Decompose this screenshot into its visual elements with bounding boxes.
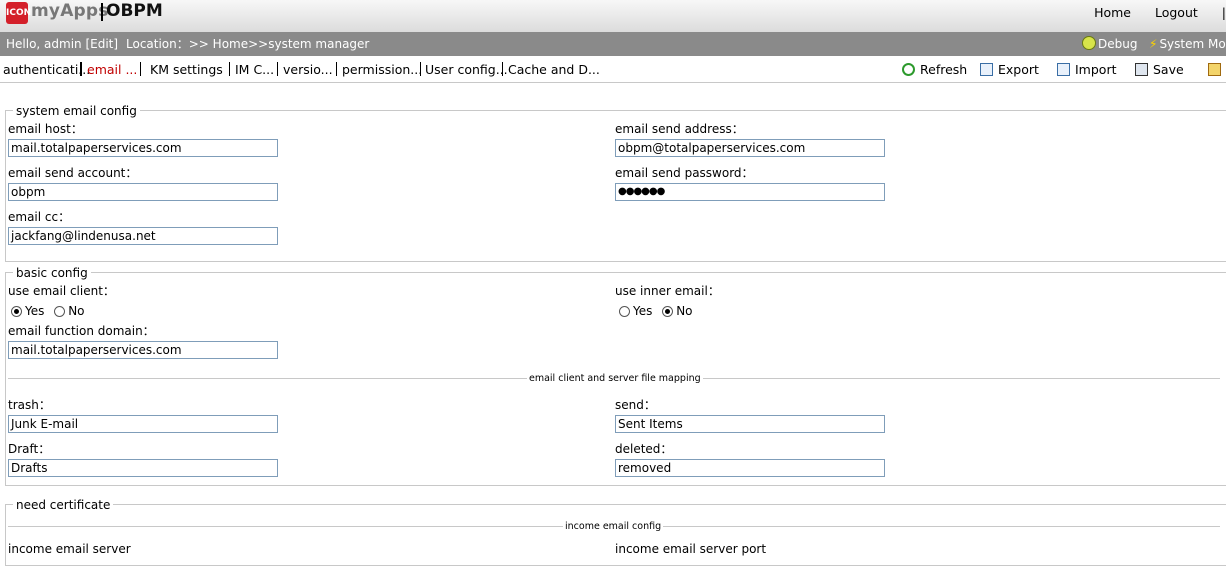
tab-divider [502, 62, 503, 76]
logo-icon: ICON [6, 2, 31, 24]
location-breadcrumb: Location：>> Home>>system manager [126, 37, 370, 51]
import-icon [1057, 63, 1070, 76]
tab-permission[interactable]: permission... [342, 62, 422, 77]
email-send-address-input[interactable]: obpm@totalpaperservices.com [615, 139, 885, 157]
user-bar: Hello, admin [Edit] Location：>> Home>>sy… [0, 32, 1226, 56]
income-port-label: income email server port [615, 542, 767, 556]
top-links-divider: | [1221, 5, 1226, 20]
radio-label: Yes [25, 304, 45, 318]
use-inner-email-yes-radio[interactable] [619, 306, 630, 317]
more-tool-button[interactable] [1208, 62, 1226, 77]
tab-user-config[interactable]: User config... [425, 62, 508, 77]
debug-label: Debug [1098, 37, 1138, 51]
hello-user-link[interactable]: Hello, admin [Edit] [6, 32, 118, 56]
product-name: OBPM [106, 1, 163, 21]
email-send-account-label: email send account： [8, 166, 138, 180]
email-send-password-input[interactable]: ●●●●●● [615, 183, 885, 201]
refresh-icon [902, 63, 915, 76]
import-label: Import [1075, 62, 1117, 77]
tab-divider [420, 62, 421, 76]
mapping-title: email client and server file mapping [527, 373, 703, 384]
need-certificate-section: need certificate [5, 498, 1226, 566]
top-bar: ICON myApps OBPM Home Logout | [0, 0, 1226, 32]
export-icon [980, 63, 993, 76]
income-title: income email config [563, 521, 664, 532]
draft-label: Draft： [8, 442, 51, 456]
logout-link[interactable]: Logout [1155, 5, 1198, 20]
use-email-client-no-radio[interactable] [54, 306, 66, 317]
email-cc-label: email cc： [8, 210, 71, 224]
system-monitor-label: System Mon [1159, 37, 1226, 51]
email-send-account-input[interactable]: obpm [8, 183, 278, 201]
save-button[interactable]: Save [1135, 62, 1184, 77]
email-cc-input[interactable]: jackfang@lindenusa.net [8, 227, 278, 245]
email-send-address-label: email send address： [615, 122, 744, 136]
section-legend: need certificate [13, 498, 114, 512]
tab-divider [140, 62, 141, 76]
trash-input[interactable]: Junk E-mail [8, 415, 278, 433]
brand-divider [101, 3, 103, 21]
tab-authentication[interactable]: authenticati... [3, 62, 90, 77]
tab-divider [336, 62, 337, 76]
export-label: Export [998, 62, 1039, 77]
tab-cache-and-data[interactable]: Cache and D... [508, 62, 600, 77]
tab-divider [229, 62, 230, 76]
email-function-domain-label: email function domain： [8, 324, 155, 338]
tab-divider [277, 62, 278, 76]
bug-icon [1082, 36, 1096, 50]
save-icon [1135, 63, 1148, 76]
use-inner-email-no-radio[interactable] [662, 306, 674, 317]
use-email-client-yes-radio[interactable] [11, 306, 22, 317]
use-email-client-radio-group: Yes No [11, 304, 85, 318]
tab-email[interactable]: email ... [87, 62, 137, 77]
radio-label: No [676, 304, 693, 318]
tab-km-settings[interactable]: KM settings [150, 62, 223, 77]
email-host-label: email host： [8, 122, 83, 136]
folder-icon [1208, 63, 1221, 76]
export-button[interactable]: Export [980, 62, 1039, 77]
email-send-password-label: email send password： [615, 166, 754, 180]
section-legend: basic config [13, 266, 91, 280]
email-function-domain-input[interactable]: mail.totalpaperservices.com [8, 341, 278, 359]
trash-label: trash： [8, 398, 51, 412]
top-links: Home Logout | [1074, 5, 1226, 20]
section-legend: system email config [13, 104, 140, 118]
email-host-input[interactable]: mail.totalpaperservices.com [8, 139, 278, 157]
deleted-label: deleted： [615, 442, 673, 456]
import-button[interactable]: Import [1057, 62, 1117, 77]
use-email-client-label: use email client： [8, 284, 115, 298]
tab-divider [80, 62, 82, 76]
use-inner-email-radio-group: Yes No [619, 304, 693, 318]
save-label: Save [1153, 62, 1184, 77]
refresh-label: Refresh [920, 62, 968, 77]
tab-version[interactable]: versio... [283, 62, 333, 77]
tab-bar: authenticati... email ... KM settings IM… [0, 56, 1226, 83]
radio-label: No [68, 304, 85, 318]
brand-name: myApps [31, 1, 109, 21]
home-link[interactable]: Home [1094, 5, 1131, 20]
tab-im-config[interactable]: IM C... [235, 62, 274, 77]
send-input[interactable]: Sent Items [615, 415, 885, 433]
radio-label: Yes [633, 304, 653, 318]
send-label: send： [615, 398, 656, 412]
use-inner-email-label: use inner email： [615, 284, 720, 298]
income-server-label: income email server [8, 542, 131, 556]
draft-input[interactable]: Drafts [8, 459, 278, 477]
debug-button[interactable]: Debug [1082, 32, 1137, 56]
system-monitor-button[interactable]: ⚡ System Mon [1149, 32, 1226, 56]
lightning-icon: ⚡ [1149, 37, 1158, 51]
deleted-input[interactable]: removed [615, 459, 885, 477]
refresh-button[interactable]: Refresh [902, 62, 967, 77]
